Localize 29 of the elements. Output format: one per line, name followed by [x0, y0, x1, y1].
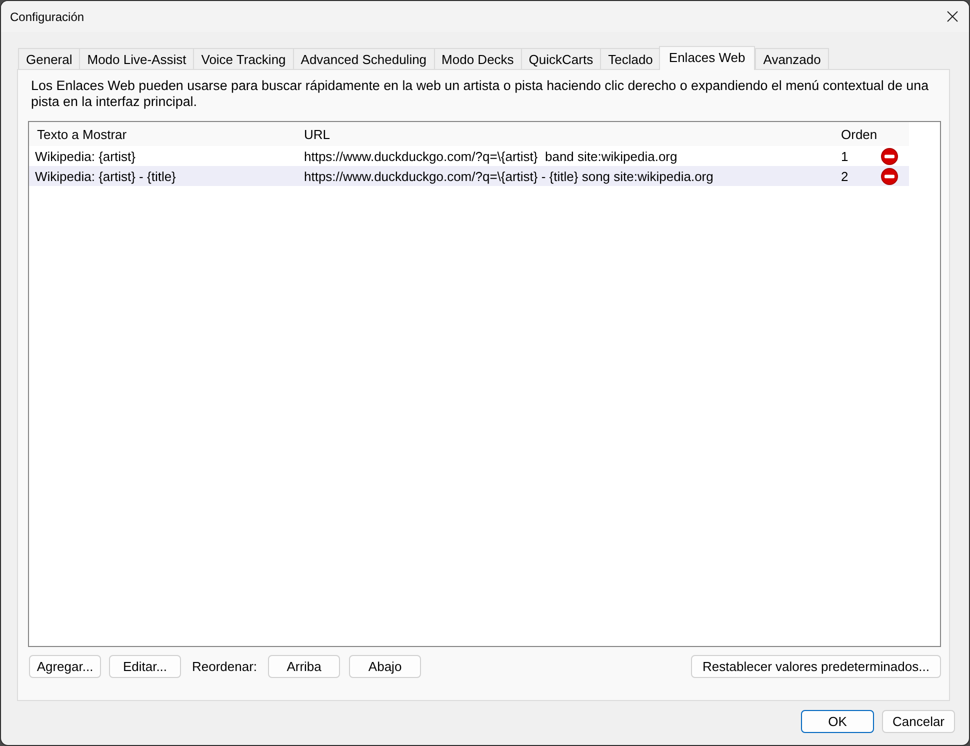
- table-cell-text: 1: [840, 148, 850, 164]
- table-cell-text: https://www.duckduckgo.com/?q=\{artist} - {title} song site:wikipedia.org: [303, 168, 714, 184]
- reorder-button[interactable]: Abajo: [349, 655, 422, 678]
- close-icon: [946, 11, 958, 22]
- column-header[interactable]: Texto a Mostrar: [29, 126, 298, 142]
- reorder-button[interactable]: Arriba: [268, 655, 340, 678]
- tab[interactable]: Voice Tracking: [193, 48, 294, 69]
- tab[interactable]: Advanced Scheduling: [292, 48, 435, 69]
- tab[interactable]: QuickCarts: [520, 48, 602, 69]
- table-cell-text: https://www.duckduckgo.com/?q=\{artist} band site:wikipedia.org: [303, 148, 678, 164]
- table-row[interactable]: Wikipedia: {artist} - {title} https://www.duckduckgo.com/?q=\{artist} - {title} song site:wikipedia.org 2: [29, 166, 909, 186]
- list-button[interactable]: Editar...: [109, 655, 181, 678]
- table-cell-text: Wikipedia: {artist} - {title}: [34, 168, 177, 184]
- tab[interactable]: Enlaces Web: [658, 46, 756, 70]
- column-header[interactable]: URL: [298, 126, 835, 142]
- reorder-label: Reordenar:: [192, 659, 258, 674]
- dialog-button[interactable]: Cancelar: [882, 710, 955, 733]
- remove-icon[interactable]: [881, 148, 898, 164]
- remove-icon[interactable]: [881, 168, 898, 184]
- tab[interactable]: Avanzado: [755, 48, 829, 69]
- window-title: Configuración: [10, 10, 84, 24]
- description-text: Los Enlaces Web pueden usarse para buscar rápidamente en la web un artista o pista haciendo clic derecho o expandiendo el menú contextual de una pista en la interfaz principal.: [31, 78, 930, 110]
- list-button[interactable]: Agregar...: [29, 655, 101, 678]
- tab[interactable]: General: [18, 48, 80, 69]
- dialog-button[interactable]: OK: [801, 710, 874, 733]
- table-cell-text: Wikipedia: {artist}: [34, 148, 136, 164]
- reset-button[interactable]: Restablecer valores predeterminados...: [691, 655, 941, 678]
- column-header[interactable]: Orden: [835, 126, 881, 142]
- table-cell-text: 2: [840, 168, 850, 184]
